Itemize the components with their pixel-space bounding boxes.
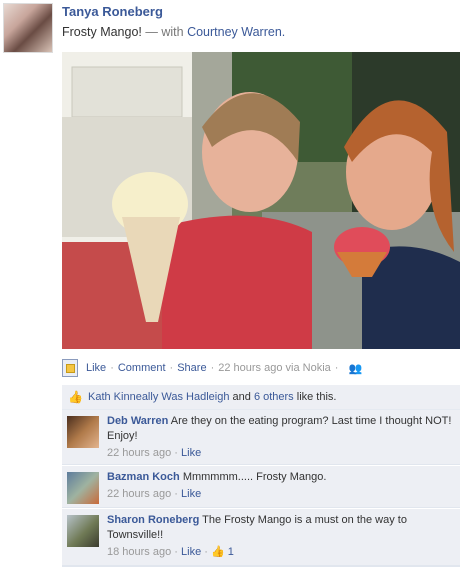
likes-tail: like this. — [294, 391, 337, 403]
comment-meta: 22 hours ago · Like — [107, 446, 452, 461]
comment-item: Sharon Roneberg The Frosty Mango is a mu… — [62, 509, 460, 566]
status-text: Frosty Mango! — [62, 25, 142, 39]
separator: · — [174, 447, 178, 459]
separator: · — [204, 546, 208, 558]
separator: · — [174, 488, 178, 500]
thumbs-up-icon[interactable]: 👍 — [211, 546, 225, 558]
post-timestamp[interactable]: 22 hours ago via Nokia — [218, 362, 331, 374]
comment-like-link[interactable]: Like — [181, 447, 201, 459]
comment-item: Deb Warren Are they on the eating progra… — [62, 410, 460, 465]
separator: · — [210, 362, 215, 374]
comment-body: Deb Warren Are they on the eating progra… — [107, 414, 452, 461]
commenter-name[interactable]: Sharon Roneberg — [107, 514, 199, 526]
share-link[interactable]: Share — [177, 362, 206, 374]
comment-meta: 22 hours ago · Like — [107, 487, 452, 502]
thumbs-up-icon: 👍 — [68, 390, 83, 404]
commenter-avatar[interactable] — [67, 472, 99, 504]
commenter-avatar[interactable] — [67, 416, 99, 448]
comment-like-link[interactable]: Like — [181, 488, 201, 500]
comment-meta: 18 hours ago · Like · 👍 1 — [107, 545, 452, 560]
comment-time[interactable]: 22 hours ago — [107, 488, 171, 500]
status-line: Frosty Mango! — with Courtney Warren. — [62, 25, 285, 39]
post-photo[interactable] — [62, 52, 460, 349]
tagged-friend-link[interactable]: Courtney Warren. — [187, 25, 285, 39]
likes-summary: 👍 Kath Kinneally Was Hadleigh and 6 othe… — [62, 385, 460, 410]
comment-like-link[interactable]: Like — [181, 546, 201, 558]
author-avatar[interactable] — [3, 3, 53, 53]
separator: · — [110, 362, 114, 374]
comment-link[interactable]: Comment — [118, 362, 166, 374]
friends-icon[interactable]: 👥 — [348, 362, 362, 375]
comment-text: Mmmmmm..... Frosty Mango. — [182, 471, 327, 483]
separator: · — [169, 362, 174, 374]
post-action-bar: Like · Comment · Share · 22 hours ago vi… — [62, 356, 460, 380]
commenter-avatar[interactable] — [67, 515, 99, 547]
like-link[interactable]: Like — [86, 362, 106, 374]
comment-time[interactable]: 18 hours ago — [107, 546, 171, 558]
likers-link[interactable]: Kath Kinneally Was Hadleigh — [88, 391, 229, 403]
with-separator: — with — [145, 25, 184, 39]
likes-and-text: and — [232, 391, 251, 403]
separator: · — [174, 546, 178, 558]
comment-body: Sharon Roneberg The Frosty Mango is a mu… — [107, 513, 452, 560]
likes-and: and — [229, 391, 253, 403]
others-link[interactable]: 6 others — [254, 391, 294, 403]
likes-tail-text: like this. — [296, 391, 337, 403]
comment-time[interactable]: 22 hours ago — [107, 447, 171, 459]
commenter-name[interactable]: Deb Warren — [107, 415, 168, 427]
separator: · — [334, 362, 339, 374]
comment-item: Bazman Koch Mmmmmm..... Frosty Mango. 22… — [62, 466, 460, 508]
comment-body: Bazman Koch Mmmmmm..... Frosty Mango. 22… — [107, 470, 452, 502]
comment-like-count[interactable]: 1 — [228, 546, 234, 558]
commenter-name[interactable]: Bazman Koch — [107, 471, 180, 483]
photo-illustration — [62, 52, 460, 349]
nokia-app-icon — [62, 359, 78, 377]
author-name[interactable]: Tanya Roneberg — [62, 4, 163, 19]
